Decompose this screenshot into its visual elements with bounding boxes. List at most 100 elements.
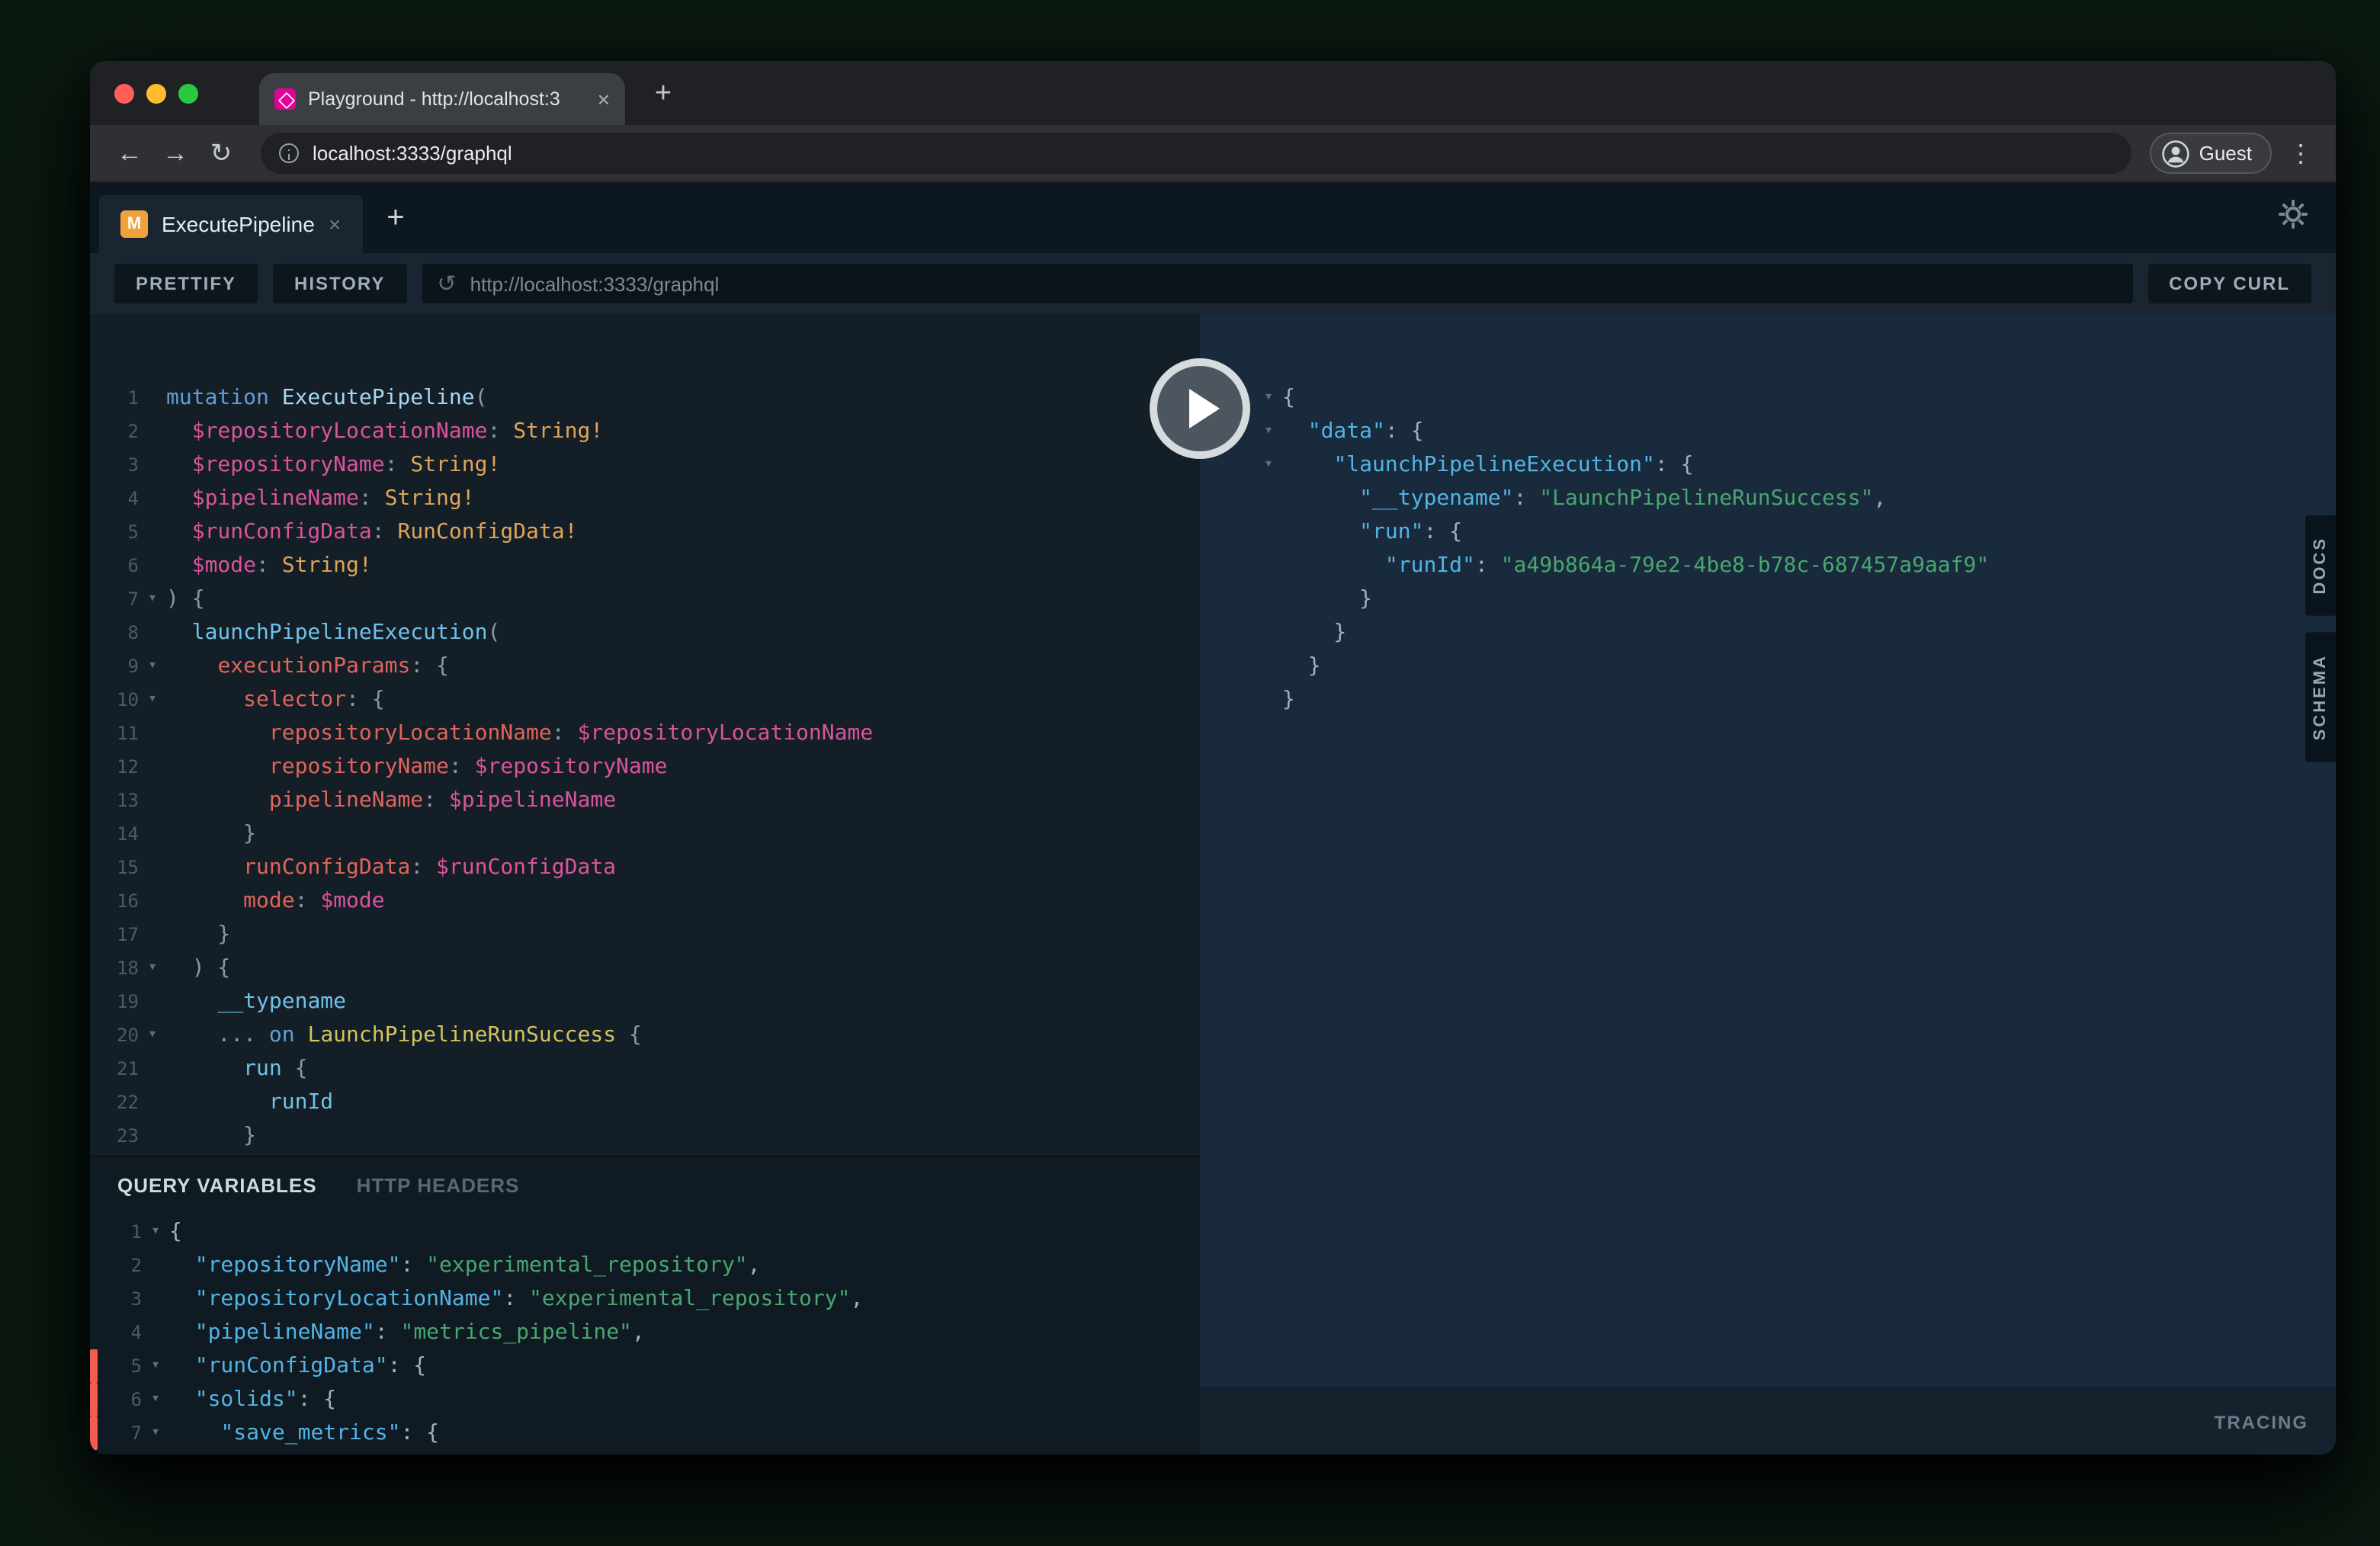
code-line: "run": { xyxy=(1255,515,2336,549)
fold-arrow-icon[interactable]: ▾ xyxy=(139,1018,166,1052)
playground-toolbar: PRETTIFY HISTORY ↺ http://localhost:3333… xyxy=(90,253,2336,314)
code-text: } xyxy=(1282,650,1321,683)
code-text: "data": { xyxy=(1282,415,1423,448)
browser-tab[interactable]: Playground - http://localhost:3 × xyxy=(259,73,625,125)
browser-menu-icon[interactable]: ⋮ xyxy=(2284,138,2317,168)
code-line: 19 __typename xyxy=(99,985,1200,1018)
reload-icon[interactable]: ↻ xyxy=(200,132,242,175)
profile-button[interactable]: Guest xyxy=(2151,133,2272,174)
fold-gutter xyxy=(1255,515,1282,549)
page-info-icon[interactable] xyxy=(279,143,299,163)
playground-tabbar: M ExecutePipeline × + xyxy=(90,183,2336,253)
line-number: 4 xyxy=(102,1316,142,1349)
line-number: 12 xyxy=(99,750,139,784)
fold-arrow-icon[interactable]: ▾ xyxy=(139,650,166,683)
fold-arrow-icon[interactable]: ▾ xyxy=(142,1215,169,1249)
fold-arrow-icon[interactable]: ▾ xyxy=(142,1349,169,1383)
forward-icon[interactable]: → xyxy=(154,132,197,175)
line-number: 1 xyxy=(102,1215,142,1249)
code-line: 20▾ ... on LaunchPipelineRunSuccess { xyxy=(99,1018,1200,1052)
fold-gutter xyxy=(139,750,166,784)
code-text: } xyxy=(166,817,256,851)
fold-arrow-icon[interactable]: ▾ xyxy=(1255,415,1282,448)
fold-gutter xyxy=(1255,650,1282,683)
code-line: "__typename": "LaunchPipelineRunSuccess"… xyxy=(1255,482,2336,515)
line-number: 17 xyxy=(99,918,139,951)
line-number: 8 xyxy=(99,616,139,650)
code-line: 2 "repositoryName": "experimental_reposi… xyxy=(90,1249,1200,1282)
code-line: 15 runConfigData: $runConfigData xyxy=(99,851,1200,884)
copy-curl-button[interactable]: COPY CURL xyxy=(2147,264,2311,303)
fold-gutter xyxy=(142,1282,169,1316)
fold-gutter xyxy=(139,448,166,482)
fold-arrow-icon[interactable]: ▾ xyxy=(142,1383,169,1416)
query-editor[interactable]: 1mutation ExecutePipeline(2 $repositoryL… xyxy=(90,314,1200,1156)
code-line: 7▾) { xyxy=(99,582,1200,616)
fold-arrow-icon[interactable]: ▾ xyxy=(139,951,166,985)
code-text: "runConfigData": { xyxy=(169,1349,426,1383)
endpoint-url: http://localhost:3333/graphql xyxy=(470,272,720,295)
mutation-badge: M xyxy=(120,210,148,238)
history-button[interactable]: HISTORY xyxy=(273,264,406,303)
fold-gutter xyxy=(139,1052,166,1086)
tracing-bar[interactable]: TRACING xyxy=(1200,1387,2336,1455)
fold-gutter xyxy=(139,482,166,515)
fold-gutter xyxy=(1255,482,1282,515)
line-number: 2 xyxy=(102,1249,142,1282)
address-bar[interactable]: localhost:3333/graphql xyxy=(261,133,2132,174)
browser-toolbar: ← → ↻ localhost:3333/graphql Guest ⋮ xyxy=(90,125,2336,183)
line-number: 19 xyxy=(99,985,139,1018)
new-tab-button[interactable]: + xyxy=(643,79,683,107)
code-line: } xyxy=(1255,616,2336,650)
code-text: __typename xyxy=(166,985,346,1018)
tab-close-icon[interactable]: × xyxy=(598,88,610,110)
prettify-button[interactable]: PRETTIFY xyxy=(114,264,258,303)
code-text: mutation ExecutePipeline( xyxy=(166,381,487,415)
code-text: $runConfigData: RunConfigData! xyxy=(166,515,578,549)
code-line: 18▾ ) { xyxy=(99,951,1200,985)
line-number: 10 xyxy=(99,683,139,717)
fold-gutter xyxy=(139,717,166,750)
line-number: 20 xyxy=(99,1018,139,1052)
variables-editor[interactable]: 1▾{2 "repositoryName": "experimental_rep… xyxy=(90,1212,1200,1450)
playground-new-tab-button[interactable]: + xyxy=(387,200,404,236)
code-text: ) { xyxy=(166,951,230,985)
tab-query-variables[interactable]: QUERY VARIABLES xyxy=(117,1173,317,1196)
play-icon xyxy=(1188,389,1219,428)
code-text: pipelineName: $pipelineName xyxy=(166,784,616,817)
code-text: runConfigData: $runConfigData xyxy=(166,851,616,884)
fold-arrow-icon[interactable]: ▾ xyxy=(1255,381,1282,415)
fold-arrow-icon[interactable]: ▾ xyxy=(142,1416,169,1450)
code-text: "pipelineName": "metrics_pipeline", xyxy=(169,1316,645,1349)
fold-arrow-icon[interactable]: ▾ xyxy=(1255,448,1282,482)
code-text: repositoryLocationName: $repositoryLocat… xyxy=(166,717,873,750)
close-window-button[interactable] xyxy=(114,83,134,103)
code-text: selector: { xyxy=(166,683,385,717)
code-text: "solids": { xyxy=(169,1383,336,1416)
fold-arrow-icon[interactable]: ▾ xyxy=(139,683,166,717)
code-text: } xyxy=(166,918,230,951)
code-text: "repositoryLocationName": "experimental_… xyxy=(169,1282,863,1316)
lint-gutter xyxy=(90,1215,98,1249)
playground-tab-label: ExecutePipeline xyxy=(162,212,315,236)
code-line: 4 "pipelineName": "metrics_pipeline", xyxy=(90,1316,1200,1349)
execute-button[interactable] xyxy=(1150,358,1250,459)
settings-gear-icon[interactable] xyxy=(2278,199,2308,237)
line-number: 7 xyxy=(102,1416,142,1450)
back-icon[interactable]: ← xyxy=(108,132,151,175)
fold-gutter xyxy=(139,616,166,650)
side-tabs: DOCS SCHEMA xyxy=(2305,515,2336,762)
code-line: 13 pipelineName: $pipelineName xyxy=(99,784,1200,817)
schema-tab[interactable]: SCHEMA xyxy=(2305,633,2336,762)
zoom-window-button[interactable] xyxy=(178,83,198,103)
docs-tab[interactable]: DOCS xyxy=(2305,515,2336,616)
playground-tab-executepipeline[interactable]: M ExecutePipeline × xyxy=(99,195,362,253)
playground-tab-close-icon[interactable]: × xyxy=(329,212,341,236)
fold-arrow-icon[interactable]: ▾ xyxy=(139,582,166,616)
minimize-window-button[interactable] xyxy=(146,83,166,103)
tab-http-headers[interactable]: HTTP HEADERS xyxy=(357,1173,520,1196)
endpoint-input[interactable]: ↺ http://localhost:3333/graphql xyxy=(422,264,2132,303)
code-line: "runId": "a49b864a-79e2-4be8-b78c-687457… xyxy=(1255,549,2336,582)
fold-gutter xyxy=(139,381,166,415)
fold-gutter xyxy=(139,784,166,817)
